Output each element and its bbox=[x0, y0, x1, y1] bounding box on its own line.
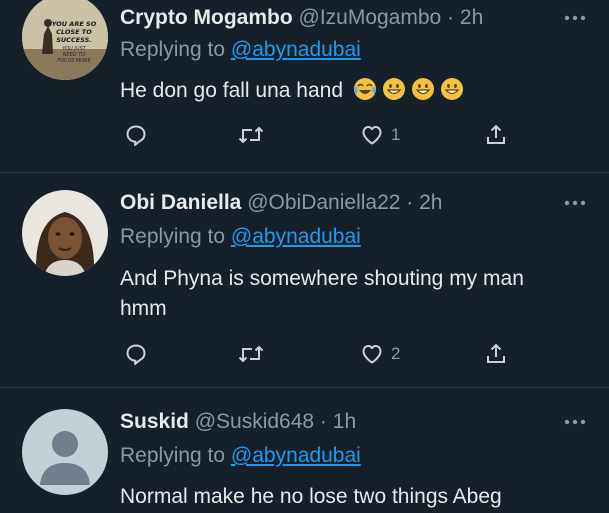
retweet-icon bbox=[238, 345, 264, 363]
tweet-header: Obi Daniella @ObiDaniella22 · 2h bbox=[120, 190, 559, 216]
display-name[interactable]: Obi Daniella bbox=[120, 191, 241, 214]
tweet-header: Crypto Mogambo @IzuMogambo · 2h bbox=[120, 5, 559, 31]
tweet-text: And Phyna is somewhere shouting my man h… bbox=[120, 264, 560, 324]
svg-text:YOU ARE SO: YOU ARE SO bbox=[52, 20, 97, 28]
tweet[interactable]: YOU ARE SO CLOSE TO SUCCESS. YOU JUST NE… bbox=[0, 0, 609, 173]
avatar[interactable]: YOU ARE SO CLOSE TO SUCCESS. YOU JUST NE… bbox=[22, 0, 108, 80]
like-button[interactable]: 2 bbox=[360, 339, 400, 369]
like-button[interactable]: 1 bbox=[360, 120, 400, 150]
tweet-text-content: And Phyna is somewhere shouting my man h… bbox=[120, 267, 524, 320]
like-count: 1 bbox=[391, 125, 401, 144]
replying-to-label: Replying to bbox=[120, 444, 226, 467]
tweet-text: He don go fall una hand bbox=[120, 76, 590, 106]
retweet-button[interactable] bbox=[238, 120, 264, 150]
replying-to-label: Replying to bbox=[120, 38, 226, 61]
reply-icon bbox=[126, 344, 146, 365]
reply-icon bbox=[126, 125, 146, 146]
replying-to: Replying to @abynadubai bbox=[120, 443, 361, 469]
share-button[interactable] bbox=[484, 339, 508, 369]
tweet-text-content: He don go fall una hand bbox=[120, 79, 344, 102]
reply-button[interactable] bbox=[124, 120, 148, 150]
share-button[interactable] bbox=[484, 120, 508, 150]
replying-to: Replying to @abynadubai bbox=[120, 224, 361, 250]
separator: · bbox=[400, 191, 420, 214]
more-options-icon[interactable] bbox=[563, 195, 587, 211]
svg-text:SUCCESS.: SUCCESS. bbox=[56, 36, 92, 44]
reply-mention-link[interactable]: @abynadubai bbox=[231, 225, 361, 248]
share-icon bbox=[487, 343, 505, 363]
tweet[interactable]: Obi Daniella @ObiDaniella22 · 2h Replyin… bbox=[0, 173, 609, 388]
tweet-header: Suskid @Suskid648 · 1h bbox=[120, 409, 559, 435]
avatar-image: YOU ARE SO CLOSE TO SUCCESS. YOU JUST NE… bbox=[22, 0, 108, 80]
avatar-image bbox=[22, 190, 108, 276]
display-name[interactable]: Crypto Mogambo bbox=[120, 6, 293, 29]
user-handle[interactable]: @ObiDaniella22 bbox=[247, 191, 400, 214]
separator: · bbox=[441, 6, 460, 29]
user-handle[interactable]: @IzuMogambo bbox=[299, 6, 442, 29]
grinning-face-icon bbox=[382, 78, 405, 100]
user-handle[interactable]: @Suskid648 bbox=[195, 410, 314, 433]
timestamp[interactable]: 1h bbox=[333, 410, 356, 433]
default-avatar-icon bbox=[22, 409, 108, 495]
more-options-icon[interactable] bbox=[563, 10, 587, 26]
retweet-icon bbox=[238, 126, 264, 144]
grinning-face-icon bbox=[411, 78, 434, 100]
reply-mention-link[interactable]: @abynadubai bbox=[231, 444, 361, 467]
reply-mention-link[interactable]: @abynadubai bbox=[231, 38, 361, 61]
face-with-tears-of-joy-icon bbox=[353, 78, 376, 100]
replying-to-label: Replying to bbox=[120, 225, 226, 248]
timestamp[interactable]: 2h bbox=[419, 191, 442, 214]
heart-icon bbox=[362, 345, 382, 364]
tweet-text-content: Normal make he no lose two things Abeg bbox=[120, 485, 502, 508]
grinning-face-icon bbox=[440, 78, 463, 100]
svg-text:CLOSE TO: CLOSE TO bbox=[56, 28, 92, 36]
tweet-text: Normal make he no lose two things Abeg bbox=[120, 482, 590, 512]
action-bar: 1 bbox=[120, 120, 510, 150]
heart-icon bbox=[362, 126, 382, 145]
replying-to: Replying to @abynadubai bbox=[120, 37, 361, 63]
avatar[interactable] bbox=[22, 190, 108, 276]
timestamp[interactable]: 2h bbox=[460, 6, 483, 29]
reply-button[interactable] bbox=[124, 339, 148, 369]
svg-text:FOCUS MORE: FOCUS MORE bbox=[57, 58, 91, 64]
action-bar: 2 bbox=[120, 339, 510, 369]
like-count: 2 bbox=[391, 344, 401, 363]
more-options-icon[interactable] bbox=[563, 414, 587, 430]
avatar[interactable] bbox=[22, 409, 108, 495]
tweet[interactable]: Suskid @Suskid648 · 1h Replying to @abyn… bbox=[0, 388, 609, 513]
separator: · bbox=[314, 410, 333, 433]
share-icon bbox=[487, 124, 505, 144]
display-name[interactable]: Suskid bbox=[120, 410, 189, 433]
retweet-button[interactable] bbox=[238, 339, 264, 369]
